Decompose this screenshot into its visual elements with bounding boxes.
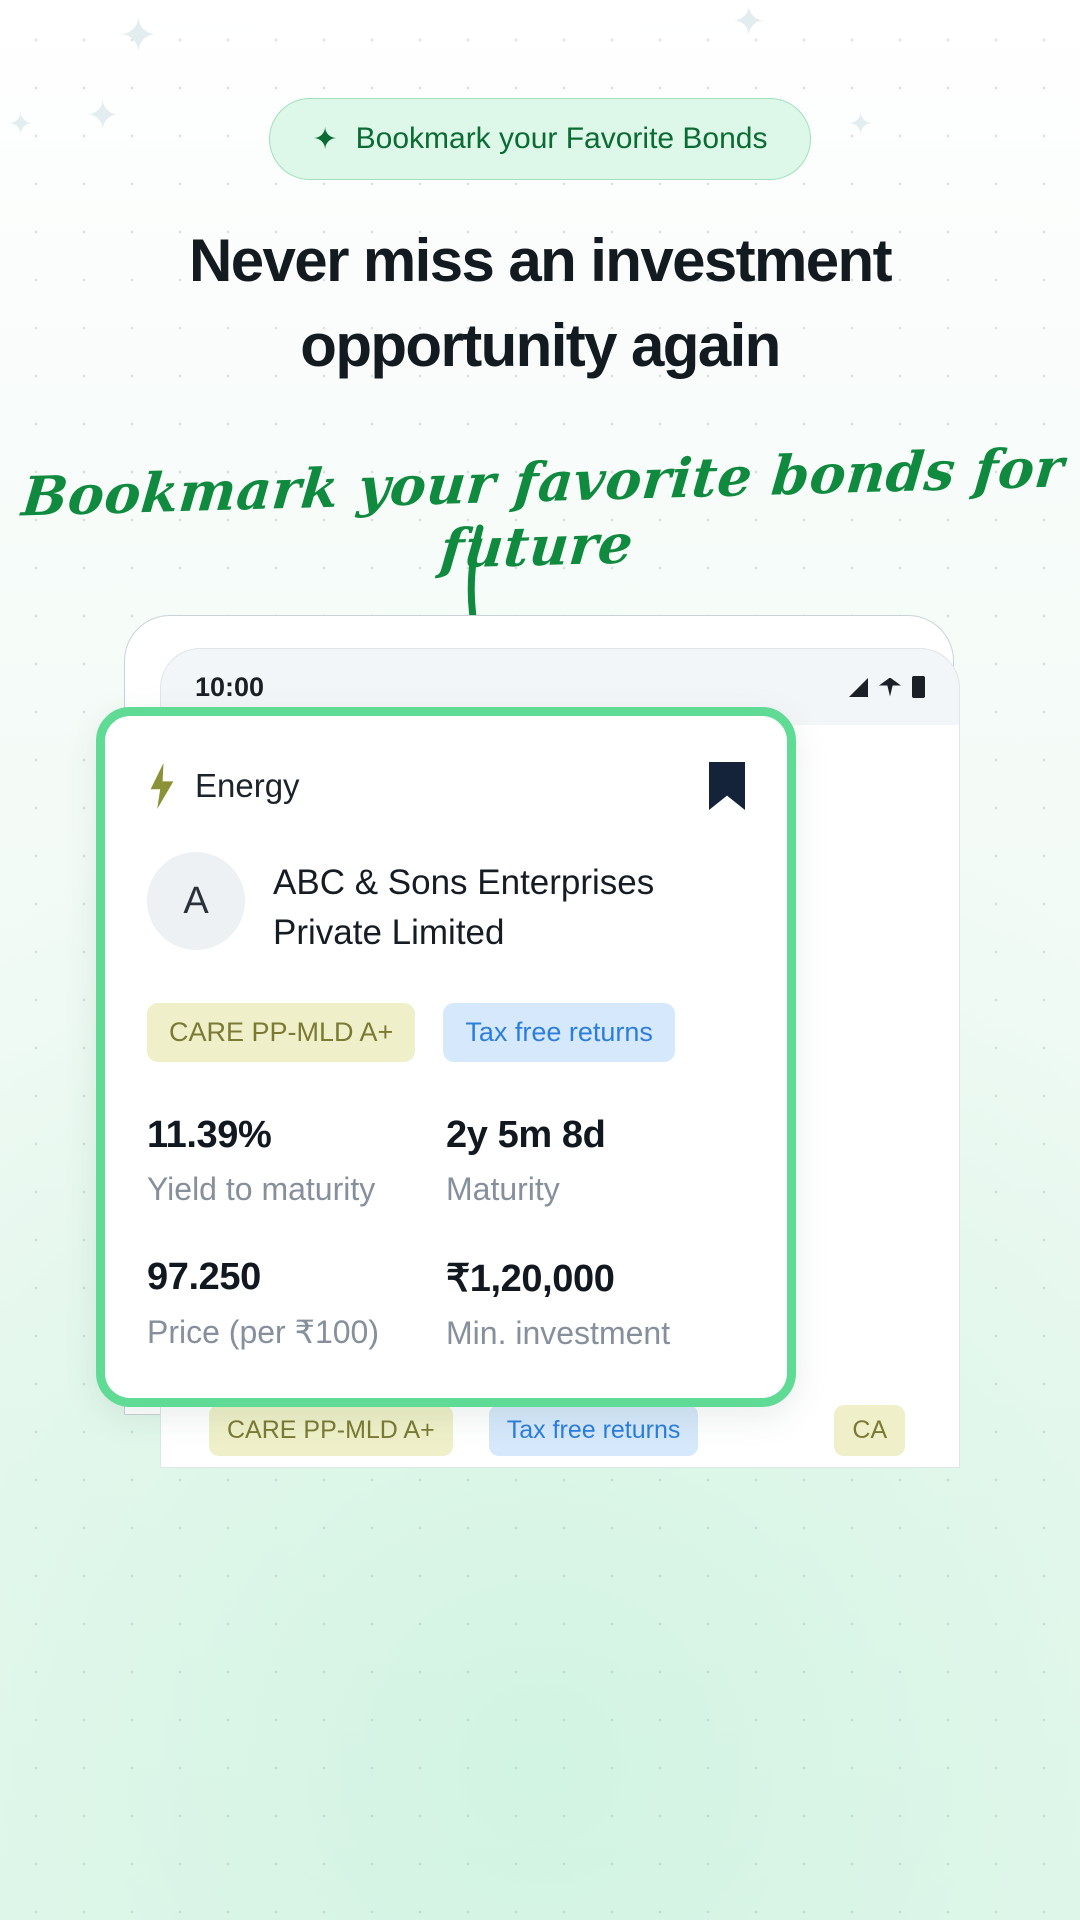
avatar: A xyxy=(147,852,245,950)
metric-value: ₹1,20,000 xyxy=(446,1258,615,1301)
metric-value: 2y 5m 8d xyxy=(446,1114,606,1157)
wifi-icon xyxy=(879,677,901,697)
metric-yield-to-maturity: 11.39% Yield to maturity xyxy=(147,1114,446,1208)
company-row: A ABC & Sons Enterprises Private Limited xyxy=(147,852,745,957)
chip-tax-free[interactable]: Tax free returns xyxy=(488,1405,699,1456)
headline-line-1: Never miss an investment xyxy=(189,227,893,294)
metric-value: 97.250 xyxy=(147,1256,261,1299)
metric-price: 97.250 Price (per ₹100) xyxy=(147,1256,446,1352)
metric-maturity: 2y 5m 8d Maturity xyxy=(446,1114,745,1208)
sector-label: Energy xyxy=(195,767,300,804)
background-chip-row: CARE PP-MLD A+ Tax free returns CA xyxy=(209,1405,959,1456)
bond-metrics-grid: 11.39% Yield to maturity 2y 5m 8d Maturi… xyxy=(147,1114,745,1352)
metric-label: Yield to maturity xyxy=(147,1171,376,1208)
signal-icon xyxy=(849,677,868,697)
bookmark-badge-label: Bookmark your Favorite Bonds xyxy=(355,122,768,155)
chip-credit-rating[interactable]: CARE PP-MLD A+ xyxy=(147,1003,416,1063)
metric-label: Min. investment xyxy=(446,1315,671,1352)
bond-card-header: Energy xyxy=(147,762,745,810)
metric-label: Maturity xyxy=(446,1171,560,1208)
metric-min-investment: ₹1,20,000 Min. investment xyxy=(446,1256,745,1352)
headline-line-2: opportunity again xyxy=(300,312,781,380)
lightning-bolt-icon xyxy=(150,763,174,809)
sparkle-icon: ✦ xyxy=(312,121,338,157)
company-name: ABC & Sons Enterprises Private Limited xyxy=(273,863,655,952)
sector-tag: Energy xyxy=(147,763,300,809)
page-title: Never miss an investment opportunity aga… xyxy=(110,218,970,388)
status-bar-time: 10:00 xyxy=(195,671,265,702)
bond-card: Energy A ABC & Sons Enterprises Private … xyxy=(105,716,787,1398)
status-bar-icons xyxy=(849,676,925,698)
hero-section: ✦ Bookmark your Favorite Bonds Never mis… xyxy=(0,0,1080,581)
bond-card-highlighted[interactable]: Energy A ABC & Sons Enterprises Private … xyxy=(96,707,796,1408)
bookmark-badge: ✦ Bookmark your Favorite Bonds xyxy=(269,98,811,180)
battery-icon xyxy=(912,676,925,698)
chip-rating-next[interactable]: CA xyxy=(834,1405,906,1456)
bookmark-icon[interactable] xyxy=(709,762,745,810)
chip-tax-free-returns[interactable]: Tax free returns xyxy=(443,1003,675,1063)
bond-chip-row: CARE PP-MLD A+ Tax free returns xyxy=(147,1003,745,1063)
chip-rating[interactable]: CARE PP-MLD A+ xyxy=(209,1405,453,1456)
metric-label: Price (per ₹100) xyxy=(147,1314,379,1351)
metric-value: 11.39% xyxy=(147,1114,272,1157)
